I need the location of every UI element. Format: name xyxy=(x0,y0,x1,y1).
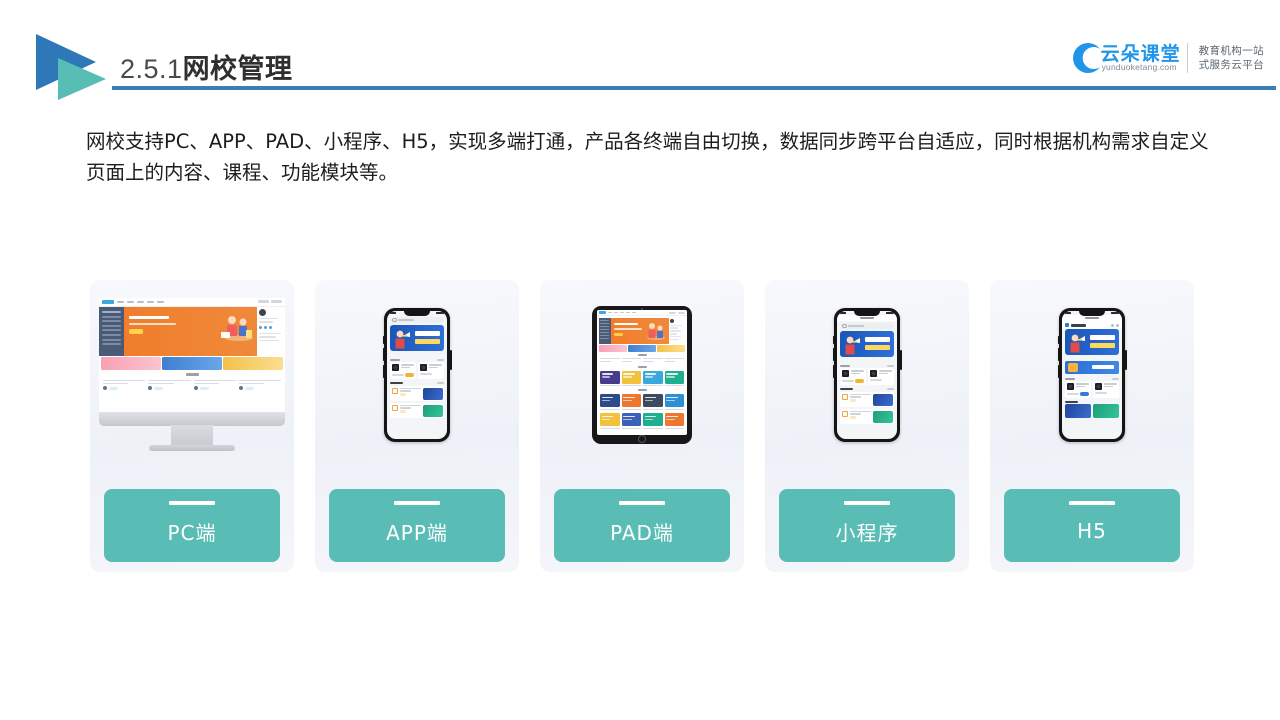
cloud-icon: 云朵课堂 yunduoketang.com xyxy=(1072,38,1181,78)
brand-url: yunduoketang.com xyxy=(1101,62,1177,72)
page-title: 2.5.1网校管理 xyxy=(120,47,293,86)
platform-card-pad[interactable]: PAD端 xyxy=(540,280,744,572)
phone-h5-mockup xyxy=(990,280,1194,470)
brand-tagline: 教育机构一站 式服务云平台 xyxy=(1198,45,1264,71)
page-header: 2.5.1网校管理 云朵课堂 yunduoketang.com 教育机构一站 式… xyxy=(0,0,1280,110)
double-triangle-logo xyxy=(30,30,126,102)
label-accent-bar xyxy=(844,501,890,505)
label-accent-bar xyxy=(394,501,440,505)
platform-card-pc[interactable]: PC端 xyxy=(90,280,294,572)
platform-card-miniprogram[interactable]: 小程序 xyxy=(765,280,969,572)
platform-card-app[interactable]: APP端 xyxy=(315,280,519,572)
platform-label-pc[interactable]: PC端 xyxy=(104,489,280,562)
ipad-mockup xyxy=(540,280,744,470)
platform-label-text: PC端 xyxy=(167,520,217,545)
imac-mockup xyxy=(90,280,294,470)
section-title: 网校管理 xyxy=(182,54,293,84)
phone-app-mockup xyxy=(315,280,519,470)
platform-label-miniprogram[interactable]: 小程序 xyxy=(779,489,955,562)
platform-card-h5[interactable]: H5 xyxy=(990,280,1194,572)
platform-label-text: PAD端 xyxy=(610,520,674,545)
platform-label-text: H5 xyxy=(1077,519,1107,543)
platform-card-row: PC端 APP端 PAD端 小程序 H5 xyxy=(90,280,1194,572)
platform-label-pad[interactable]: PAD端 xyxy=(554,489,730,562)
brand-logo: 云朵课堂 yunduoketang.com 教育机构一站 式服务云平台 xyxy=(1072,36,1264,80)
platform-label-text: APP端 xyxy=(386,520,448,545)
phone-miniprogram-mockup xyxy=(765,280,969,470)
platform-label-text: 小程序 xyxy=(835,520,899,545)
platform-label-app[interactable]: APP端 xyxy=(329,489,505,562)
brand-divider xyxy=(1186,43,1188,73)
intro-paragraph: 网校支持PC、APP、PAD、小程序、H5，实现多端打通，产品各终端自由切换，数… xyxy=(86,130,1209,184)
label-accent-bar xyxy=(619,501,665,505)
title-underline-rule xyxy=(112,86,1276,90)
label-accent-bar xyxy=(1069,501,1115,505)
platform-label-h5[interactable]: H5 xyxy=(1004,489,1180,562)
label-accent-bar xyxy=(169,501,215,505)
section-number: 2.5.1 xyxy=(120,54,183,84)
